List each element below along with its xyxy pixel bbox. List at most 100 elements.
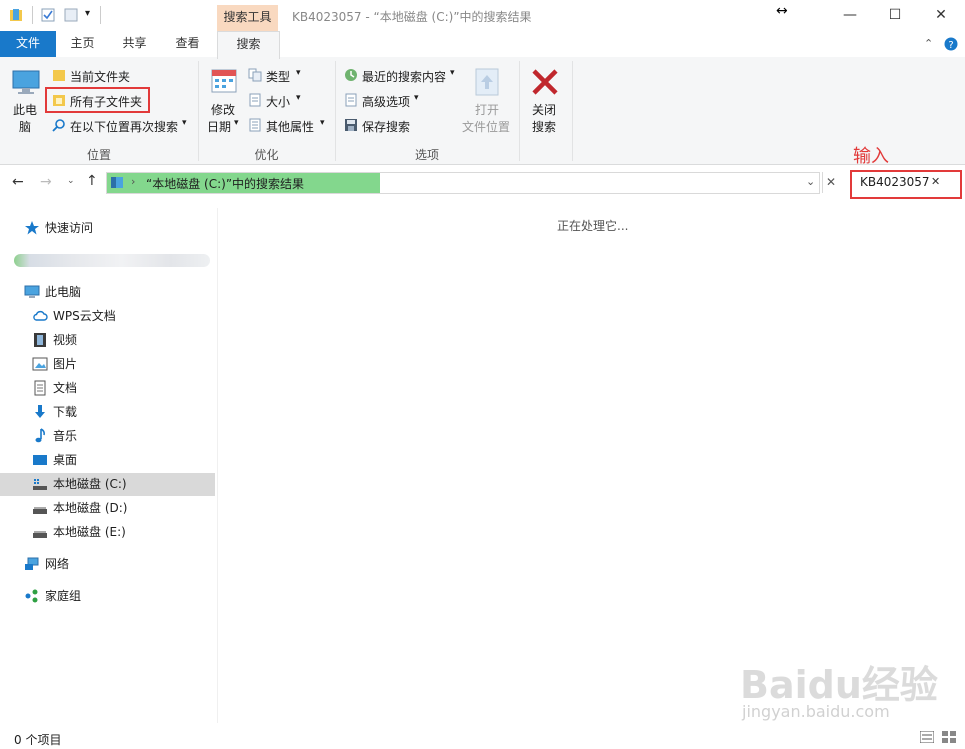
group-separator xyxy=(519,61,520,161)
nav-documents[interactable]: 文档 xyxy=(0,377,215,399)
nav-pictures[interactable]: 图片 xyxy=(0,353,215,375)
blurred-quick-access-item xyxy=(14,254,210,267)
nav-item-label: 下载 xyxy=(53,405,78,419)
watermark-url: jingyan.baidu.com xyxy=(742,702,890,721)
kind-icon xyxy=(248,68,262,82)
details-view-icon[interactable] xyxy=(920,731,934,743)
qa-separator xyxy=(32,6,33,24)
nav-item-label: 桌面 xyxy=(53,453,78,467)
size-dropdown-icon[interactable]: ▾ xyxy=(296,93,301,103)
kind-dropdown-icon[interactable]: ▾ xyxy=(296,68,301,78)
nav-quick-access[interactable]: 快速访问 xyxy=(0,217,215,239)
save-search-button[interactable]: 保存搜索 xyxy=(362,118,410,135)
date-modified-dropdown-icon[interactable]: ▾ xyxy=(234,118,239,128)
date-modified-label-2[interactable]: 日期 xyxy=(207,118,231,135)
advanced-options-icon xyxy=(345,93,357,107)
open-file-location-label-1[interactable]: 打开 xyxy=(475,101,499,118)
tab-home[interactable]: 主页 xyxy=(60,31,105,57)
address-path[interactable]: “本地磁盘 (C:)”中的搜索结果 xyxy=(146,175,304,192)
download-arrow-icon xyxy=(35,405,45,418)
date-modified-icon[interactable] xyxy=(210,67,238,95)
open-file-location-label-2[interactable]: 文件位置 xyxy=(462,118,510,135)
search-again-button[interactable]: 在以下位置再次搜索 xyxy=(70,118,178,135)
system-drive-icon xyxy=(33,479,47,490)
tab-file[interactable]: 文件 xyxy=(0,31,56,57)
pane-splitter[interactable] xyxy=(217,208,218,723)
close-search-label-1[interactable]: 关闭 xyxy=(532,101,556,118)
close-button[interactable]: ✕ xyxy=(918,0,964,31)
properties-icon[interactable] xyxy=(40,7,56,23)
drive-icon xyxy=(33,507,47,514)
advanced-options-dropdown-icon[interactable]: ▾ xyxy=(414,93,419,103)
search-again-dropdown-icon[interactable]: ▾ xyxy=(182,118,187,128)
nav-homegroup-label: 家庭组 xyxy=(45,589,82,603)
cloud-icon xyxy=(33,310,48,321)
nav-item-label: WPS云文档 xyxy=(53,309,116,323)
back-arrow-icon[interactable]: ← xyxy=(12,174,24,190)
new-folder-icon[interactable] xyxy=(63,7,79,23)
network-icon xyxy=(25,557,39,570)
desktop-icon xyxy=(33,455,47,465)
breadcrumb-chevron-icon[interactable]: › xyxy=(131,175,135,188)
homegroup-icon xyxy=(25,589,38,603)
close-search-icon[interactable] xyxy=(530,67,560,97)
other-properties-button[interactable]: 其他属性 xyxy=(266,118,314,135)
nav-homegroup[interactable]: 家庭组 xyxy=(0,585,215,607)
nav-downloads[interactable]: 下载 xyxy=(0,401,215,423)
up-arrow-icon[interactable]: ↑ xyxy=(86,173,98,189)
nav-videos[interactable]: 视频 xyxy=(0,329,215,351)
svg-text:?: ? xyxy=(948,40,953,51)
nav-item-label: 音乐 xyxy=(53,429,78,443)
current-folder-button[interactable]: 当前文件夹 xyxy=(70,68,130,85)
recent-searches-button[interactable]: 最近的搜索内容 xyxy=(362,68,446,85)
status-bar xyxy=(0,727,965,749)
minimize-button[interactable]: — xyxy=(827,0,873,31)
advanced-options-button[interactable]: 高级选项 xyxy=(362,93,410,110)
qa-dropdown-icon[interactable]: ▾ xyxy=(85,8,90,19)
size-button[interactable]: 大小 xyxy=(266,93,290,110)
tab-view[interactable]: 查看 xyxy=(165,31,210,57)
nav-network[interactable]: 网络 xyxy=(0,553,215,575)
nav-music[interactable]: 音乐 xyxy=(0,425,215,447)
maximize-button[interactable]: ☐ xyxy=(872,0,918,31)
this-pc-label-2[interactable]: 脑 xyxy=(19,118,31,135)
large-icons-view-icon[interactable] xyxy=(942,731,956,743)
forward-arrow-icon[interactable]: → xyxy=(40,174,52,190)
help-icon[interactable]: ? xyxy=(944,37,958,51)
open-file-location-icon[interactable] xyxy=(473,67,501,97)
nav-local-disk-d[interactable]: 本地磁盘 (D:) xyxy=(0,497,215,519)
search-input-value[interactable]: KB4023057 xyxy=(860,175,930,189)
nav-local-disk-e[interactable]: 本地磁盘 (E:) xyxy=(0,521,215,543)
tab-search[interactable]: 搜索 xyxy=(217,31,280,59)
nav-this-pc[interactable]: 此电脑 xyxy=(0,281,215,303)
nav-local-disk-c[interactable]: 本地磁盘 (C:) xyxy=(0,473,215,495)
recent-locations-dropdown-icon[interactable]: ⌄ xyxy=(67,176,75,186)
search-folder-icon xyxy=(111,177,123,188)
clear-search-button[interactable]: ✕ xyxy=(931,175,940,188)
other-properties-dropdown-icon[interactable]: ▾ xyxy=(320,118,325,128)
nav-item-label: 视频 xyxy=(53,333,78,347)
nav-item-label: 文档 xyxy=(53,381,78,395)
date-modified-label-1[interactable]: 修改 xyxy=(211,101,235,118)
nav-wps-cloud[interactable]: WPS云文档 xyxy=(0,305,215,327)
address-divider xyxy=(822,172,823,193)
all-subfolders-highlight xyxy=(45,87,150,113)
tab-share[interactable]: 共享 xyxy=(112,31,157,57)
search-again-icon xyxy=(52,119,65,132)
kind-button[interactable]: 类型 xyxy=(266,68,290,85)
close-search-label-2[interactable]: 搜索 xyxy=(532,118,556,135)
group-label-refine: 优化 xyxy=(254,148,279,162)
current-folder-icon xyxy=(53,70,65,81)
nav-item-label: 本地磁盘 (C:) xyxy=(53,477,127,491)
this-pc-icon[interactable] xyxy=(10,67,42,99)
nav-desktop[interactable]: 桌面 xyxy=(0,449,215,471)
recent-searches-dropdown-icon[interactable]: ▾ xyxy=(450,68,455,78)
collapse-ribbon-icon[interactable]: ⌃ xyxy=(924,37,933,50)
stop-search-button[interactable]: ✕ xyxy=(826,175,836,189)
music-note-icon xyxy=(35,428,45,443)
nav-network-label: 网络 xyxy=(45,557,70,571)
this-pc-label-1[interactable]: 此电 xyxy=(13,101,37,118)
qa-separator-2 xyxy=(100,6,101,24)
save-search-icon xyxy=(345,119,357,131)
address-dropdown-icon[interactable]: ⌄ xyxy=(806,175,815,188)
